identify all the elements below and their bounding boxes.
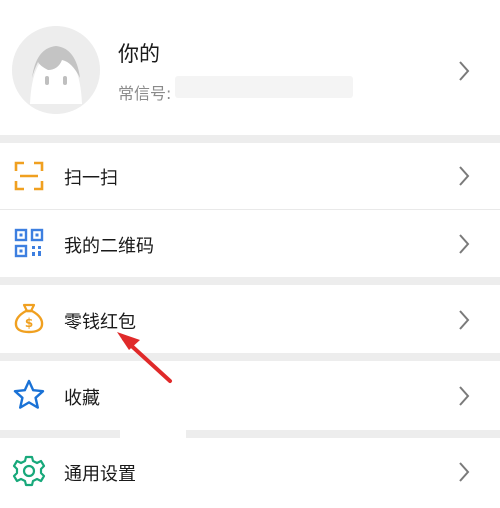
chevron-right-icon — [459, 310, 470, 330]
profile-header[interactable]: 你的 常信号: — [0, 0, 500, 135]
menu-item-label: 收藏 — [64, 388, 100, 409]
chevron-right-icon — [459, 234, 470, 254]
annotation-arrow — [117, 332, 172, 383]
qr-code-icon — [14, 228, 44, 258]
section-gap — [0, 277, 500, 285]
profile-name: 你的 — [118, 42, 160, 66]
section-gap — [0, 135, 500, 143]
svg-text:$: $ — [25, 316, 33, 330]
money-bag-icon: $ — [14, 303, 44, 334]
chevron-right-icon — [459, 462, 470, 482]
menu-item-scan[interactable]: 扫一扫 — [0, 143, 500, 209]
chevron-right-icon — [459, 166, 470, 186]
menu-item-settings[interactable]: 通用设置 — [0, 438, 500, 508]
menu-item-qr-code[interactable]: 我的二维码 — [0, 210, 500, 277]
chevron-right-icon — [459, 61, 470, 81]
menu-item-favorites[interactable]: 收藏 — [0, 361, 500, 430]
profile-id-redacted — [175, 76, 353, 98]
profile-id-label: 常信号: — [118, 84, 172, 103]
menu-item-label: 通用设置 — [64, 464, 136, 485]
settings-gear-icon — [12, 455, 46, 487]
menu-item-label: 我的二维码 — [64, 236, 154, 257]
default-avatar-icon[interactable] — [12, 26, 100, 114]
star-icon — [13, 379, 45, 409]
section-gap — [0, 430, 500, 438]
section-gap — [0, 353, 500, 361]
chevron-right-icon — [459, 386, 470, 406]
scan-icon — [14, 161, 44, 191]
menu-item-label: 扫一扫 — [64, 168, 118, 189]
menu-item-wallet[interactable]: $ 零钱红包 — [0, 285, 500, 353]
